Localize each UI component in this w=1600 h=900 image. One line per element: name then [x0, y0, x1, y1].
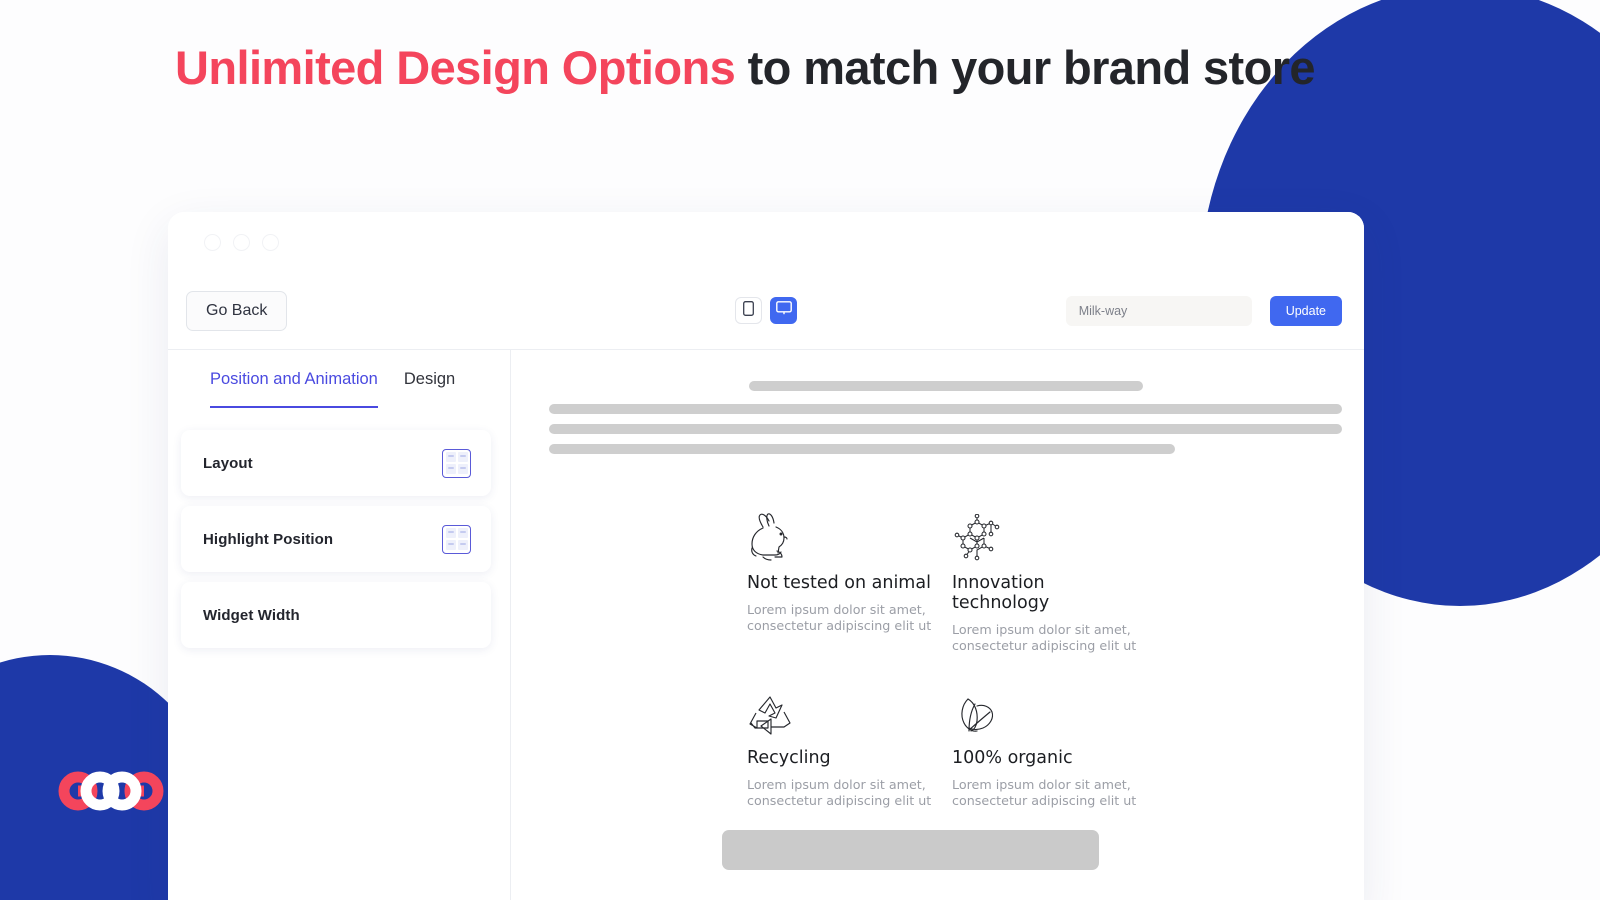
- good-logo: [51, 770, 171, 812]
- window-titlebar: [168, 212, 1364, 272]
- skeleton-line-2: [549, 424, 1342, 434]
- page-root: Unlimited Design Options to match your b…: [0, 0, 1600, 900]
- feature-description: Lorem ipsum dolor sit amet, consectetur …: [952, 622, 1137, 654]
- skeleton-cta-block: [722, 830, 1099, 870]
- feature-item-100-percent-organic: 100% organic Lorem ipsum dolor sit amet,…: [952, 683, 1147, 810]
- store-name-input[interactable]: [1065, 295, 1252, 326]
- editor-body: Position and Animation Design Layout Hig…: [168, 350, 1364, 900]
- window-dot-maximize[interactable]: [262, 233, 279, 251]
- sidebar-option-cards: Layout Highlight Position Widget Width: [168, 408, 510, 648]
- option-card-highlight-position[interactable]: Highlight Position: [181, 506, 491, 572]
- desktop-view-button[interactable]: [770, 297, 797, 324]
- window-dot-close[interactable]: [204, 233, 221, 251]
- page-headline: Unlimited Design Options to match your b…: [0, 34, 1490, 103]
- window-dot-minimize[interactable]: [233, 233, 250, 251]
- editor-sidebar: Position and Animation Design Layout Hig…: [168, 350, 511, 900]
- feature-item-not-tested-on-animal: Not tested on animal Lorem ipsum dolor s…: [747, 508, 942, 655]
- browser-window: Go Back Milk-way Update Position and Ani…: [168, 212, 1364, 900]
- tab-design[interactable]: Design: [404, 370, 455, 408]
- feature-title: Recycling: [747, 747, 831, 768]
- rabbit-icon: [747, 508, 942, 562]
- mobile-view-button[interactable]: [735, 297, 762, 324]
- feature-item-recycling: Recycling Lorem ipsum dolor sit amet, co…: [747, 683, 942, 810]
- skeleton-title-bar: [748, 381, 1143, 391]
- feature-title: 100% organic: [952, 747, 1073, 768]
- grid-2x2-icon: [442, 524, 471, 554]
- skeleton-line-3: [549, 444, 1176, 454]
- option-card-widget-width[interactable]: Widget Width: [181, 582, 491, 648]
- option-card-label: Highlight Position: [203, 530, 334, 548]
- mobile-icon: [743, 300, 754, 321]
- feature-title: Not tested on animal: [747, 573, 931, 593]
- store-preview-pane: Not tested on animal Lorem ipsum dolor s…: [511, 350, 1364, 900]
- feature-grid: Not tested on animal Lorem ipsum dolor s…: [747, 508, 1342, 809]
- go-back-button[interactable]: Go Back: [186, 290, 288, 331]
- headline-rest-text: to match your brand store: [735, 41, 1316, 94]
- update-button[interactable]: Update: [1269, 295, 1342, 326]
- feature-description: Lorem ipsum dolor sit amet, consectetur …: [747, 602, 932, 634]
- toolbar-right-group: Update: [1065, 295, 1342, 326]
- option-card-layout[interactable]: Layout: [181, 430, 491, 496]
- recycling-icon: [747, 683, 942, 737]
- feature-description: Lorem ipsum dolor sit amet, consectetur …: [952, 776, 1137, 808]
- feature-description: Lorem ipsum dolor sit amet, consectetur …: [747, 776, 932, 808]
- molecule-icon: [952, 508, 1147, 562]
- editor-toolbar: Go Back Milk-way Update: [168, 272, 1364, 350]
- feature-title: Innovation technology: [952, 573, 1050, 613]
- option-card-label: Widget Width: [203, 606, 300, 624]
- tab-position-and-animation[interactable]: Position and Animation: [210, 370, 378, 408]
- option-card-label: Layout: [203, 454, 253, 472]
- device-toggle-group: [735, 297, 797, 324]
- leaf-icon: [952, 683, 1147, 737]
- desktop-icon: [775, 301, 792, 320]
- headline-accent-text: Unlimited Design Options: [175, 41, 736, 94]
- grid-2x2-icon: [442, 448, 471, 478]
- sidebar-tabs: Position and Animation Design: [168, 350, 510, 408]
- skeleton-line-1: [549, 404, 1342, 414]
- feature-item-innovation-technology: Innovation technology Lorem ipsum dolor …: [952, 508, 1147, 655]
